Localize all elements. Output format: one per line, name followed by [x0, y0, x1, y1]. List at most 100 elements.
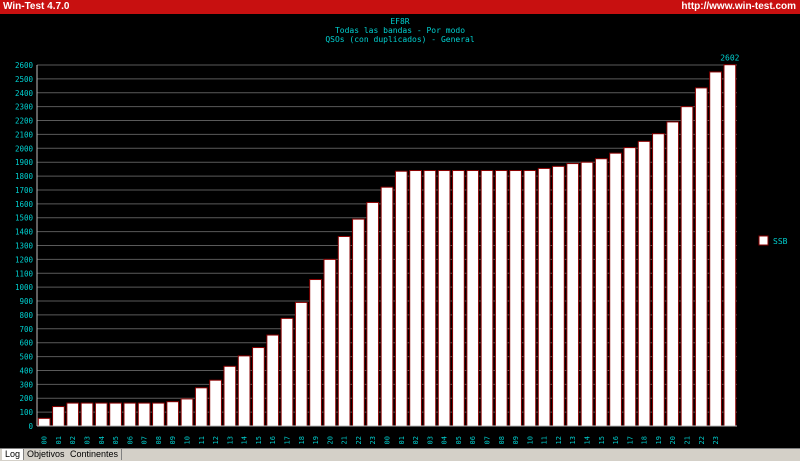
bar — [266, 334, 280, 427]
bar — [580, 161, 594, 427]
chart-title: EF8R — [390, 17, 409, 26]
bar — [137, 402, 151, 427]
x-tick-label: 08 — [155, 436, 163, 444]
x-tick-label: 19 — [655, 436, 663, 444]
y-tick-label: 1400 — [15, 228, 34, 237]
x-tick-label: 21 — [684, 436, 692, 444]
bar — [652, 133, 665, 427]
window-url: http://www.win-test.com — [681, 1, 796, 12]
x-tick-label: 07 — [141, 436, 149, 444]
x-tick-label: 20 — [326, 436, 334, 444]
y-tick-label: 300 — [19, 380, 33, 389]
y-tick-label: 1500 — [15, 214, 34, 223]
bar — [109, 402, 122, 427]
bar — [423, 170, 437, 427]
bar — [680, 106, 694, 427]
bar — [337, 235, 351, 427]
y-tick-label: 1900 — [15, 158, 34, 167]
bar — [209, 379, 222, 427]
x-tick-label: 15 — [255, 436, 263, 444]
y-tick-label: 400 — [19, 366, 33, 375]
x-tick-label: 08 — [498, 436, 506, 444]
x-tick-label: 14 — [584, 436, 592, 444]
bar — [123, 402, 137, 427]
x-tick-label: 18 — [298, 436, 306, 444]
y-tick-label: 1800 — [15, 172, 34, 181]
x-tick-label: 05 — [455, 436, 463, 444]
y-tick-label: 2000 — [15, 144, 34, 153]
x-tick-label: 22 — [355, 436, 363, 444]
bar — [437, 170, 451, 427]
x-tick-label: 22 — [698, 436, 706, 444]
y-tick-labels: 0 100 200 300 400 500 600 700 800 900 1000 1100 1200… — [15, 61, 34, 431]
bar — [666, 121, 680, 427]
x-tick-label: 14 — [241, 436, 249, 444]
x-tick-label: 16 — [269, 436, 277, 444]
y-tick-label: 1200 — [15, 255, 34, 264]
y-tick-label: 2500 — [15, 75, 34, 84]
bar — [52, 406, 65, 427]
x-tick-label: 09 — [169, 436, 177, 444]
bar — [237, 355, 251, 427]
y-tick-label: 1100 — [15, 269, 34, 278]
x-tick-label: 03 — [84, 436, 92, 444]
y-tick-label: 1700 — [15, 186, 34, 195]
x-tick-label: 02 — [412, 436, 420, 444]
y-tick-label: 1600 — [15, 200, 34, 209]
y-tick-label: 500 — [19, 353, 33, 362]
y-tick-label: 600 — [19, 339, 33, 348]
x-tick-label: 12 — [212, 436, 220, 444]
y-tick-label: 0 — [28, 422, 33, 431]
bar — [166, 401, 180, 427]
tab-objetivos[interactable]: Objetivos — [24, 449, 69, 460]
y-tick-label: 200 — [19, 394, 33, 403]
x-tick-label: 05 — [112, 436, 120, 444]
bar — [37, 417, 51, 427]
chart-subtitle-1: Todas las bandas - Por modo — [335, 26, 465, 35]
x-tick-labels: 00 01 02 03 04 05 06 07 08 09 10 11 12 13 14 15 16 17 18 19… — [41, 436, 720, 444]
bar — [480, 170, 494, 427]
x-tick-label: 02 — [69, 436, 77, 444]
tab-log[interactable]: Log — [2, 449, 25, 460]
data-label-max: 2602 — [720, 54, 739, 63]
bar — [494, 170, 508, 427]
x-tick-label: 13 — [226, 436, 234, 444]
x-tick-label: 12 — [555, 436, 563, 444]
x-tick-label: 18 — [641, 436, 649, 444]
y-tick-label: 1300 — [15, 242, 34, 251]
x-tick-label: 19 — [312, 436, 320, 444]
bar — [380, 186, 394, 427]
bar — [80, 402, 94, 427]
x-tick-label: 17 — [626, 436, 634, 444]
x-tick-label: 00 — [384, 436, 392, 444]
x-tick-label: 01 — [55, 436, 63, 444]
y-tick-label: 2300 — [15, 103, 34, 112]
x-tick-label: 17 — [284, 436, 292, 444]
tab-bar: Log Objetivos Continentes — [0, 448, 800, 461]
x-tick-label: 10 — [526, 436, 534, 444]
bar — [623, 147, 637, 427]
bar — [637, 140, 651, 427]
bar — [709, 71, 722, 427]
legend-label-ssb: SSB — [773, 237, 788, 246]
y-tick-label: 2100 — [15, 130, 34, 139]
x-tick-label: 07 — [484, 436, 492, 444]
y-tick-label: 1000 — [15, 283, 34, 292]
y-tick-label: 700 — [19, 325, 33, 334]
bar — [409, 170, 422, 427]
bar — [509, 170, 522, 427]
tab-continentes[interactable]: Continentes — [67, 449, 123, 460]
bar — [523, 170, 537, 427]
bar — [566, 163, 580, 427]
bar — [366, 201, 380, 427]
y-tick-label: 900 — [19, 297, 33, 306]
bar — [394, 170, 408, 427]
bar — [452, 170, 465, 427]
x-tick-label: 06 — [126, 436, 134, 444]
bar — [223, 365, 237, 427]
x-tick-label: 01 — [398, 436, 406, 444]
bar — [309, 279, 322, 427]
chart-area: 0 100 200 300 400 500 600 700 800 900 1000 1100 1200… — [0, 14, 800, 448]
x-tick-label: 11 — [198, 436, 206, 444]
x-tick-label: 04 — [98, 436, 106, 444]
